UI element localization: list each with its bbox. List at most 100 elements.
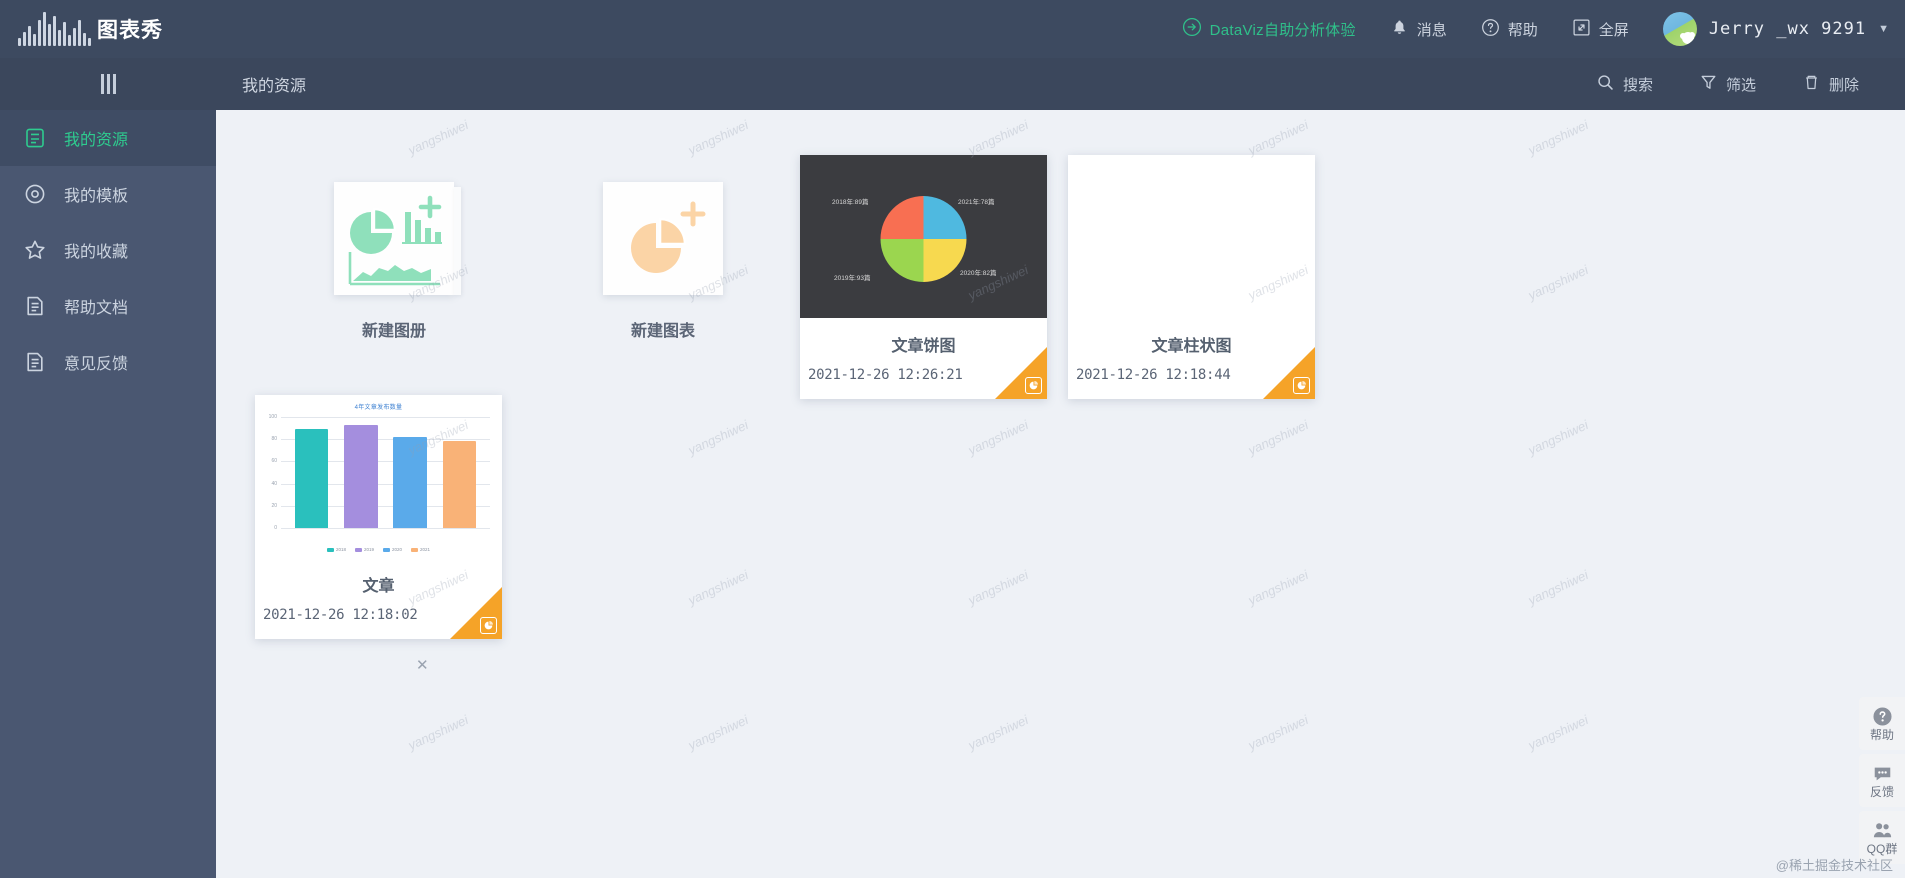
sidebar-item-label: 帮助文档	[64, 300, 129, 317]
dock-label: 反馈	[1869, 785, 1894, 799]
pie-label-2020: 2020年:82篇	[960, 270, 997, 277]
bar-chart-preview: 4年文章发布数量 100 80 60 40 20 0 2018 2019 202…	[255, 395, 502, 558]
blank-preview	[1068, 155, 1315, 318]
chart-type-badge-icon	[1293, 377, 1310, 394]
delete-label: 删除	[1828, 76, 1859, 94]
filter-button[interactable]: 筛选	[1699, 73, 1756, 96]
y-tick: 60	[271, 458, 277, 465]
bell-icon	[1390, 18, 1409, 41]
create-album-label: 新建图册	[361, 323, 426, 340]
watermark: yangshiwei	[965, 567, 1031, 608]
user-menu[interactable]: Jerry _wx 9291 ▼	[1662, 12, 1905, 46]
legend-label: 2021	[420, 547, 431, 552]
pie-label-2019: 2019年:93篇	[834, 275, 871, 282]
feedback-icon	[22, 349, 48, 375]
create-chart-label: 新建图表	[630, 323, 695, 340]
legend-entry: 2020	[383, 547, 402, 552]
watermark: yangshiwei	[1245, 117, 1311, 158]
watermark: yangshiwei	[1525, 567, 1591, 608]
dock-label: QQ群	[1866, 842, 1898, 856]
new-album-icon	[334, 182, 461, 295]
bar-chart-title: 4年文章发布数量	[354, 405, 403, 411]
bar	[393, 436, 427, 528]
legend-entry: 2019	[354, 547, 374, 552]
legend-entry: 2018	[326, 547, 346, 552]
new-chart-icon	[603, 182, 723, 295]
dataviz-link[interactable]: DataViz自助分析体验	[1182, 17, 1356, 41]
trash-icon	[1802, 73, 1821, 96]
resource-card-pie[interactable]: 2018年:89篇 2021年:78篇 2019年:93篇 2020年:82篇 …	[800, 155, 1047, 399]
sidebar: 我的资源 我的模板 我的收藏 帮助文档 意见反馈	[0, 110, 216, 878]
search-label: 搜索	[1622, 76, 1653, 94]
sidebar-item-help-docs[interactable]: 帮助文档	[0, 278, 216, 334]
sidebar-item-feedback[interactable]: 意见反馈	[0, 334, 216, 390]
page-title: 我的资源	[242, 78, 307, 95]
create-chart-card[interactable]: 新建图表	[583, 182, 743, 341]
document-icon	[22, 293, 48, 319]
watermark: yangshiwei	[965, 117, 1031, 158]
sidebar-item-my-favorites[interactable]: 我的收藏	[0, 222, 216, 278]
watermark: yangshiwei	[1525, 417, 1591, 458]
y-tick: 40	[271, 480, 277, 487]
create-album-card[interactable]: 新建图册	[314, 182, 474, 341]
search-button[interactable]: 搜索	[1596, 73, 1653, 96]
watermark: yangshiwei	[685, 712, 751, 753]
watermark: yangshiwei	[1245, 417, 1311, 458]
logo-bars-icon	[18, 12, 91, 46]
legend-label: 2020	[392, 547, 403, 552]
sidebar-item-label: 我的模板	[64, 188, 129, 205]
help-button[interactable]: 帮助	[1481, 18, 1538, 41]
dock-feedback-button[interactable]: 反馈	[1859, 754, 1905, 807]
sub-toolbar: 我的资源 搜索 筛选 删除	[0, 58, 1905, 110]
arrow-circle-icon	[1182, 17, 1202, 41]
watermark: yangshiwei	[1525, 712, 1591, 753]
toolbar-actions: 搜索 筛选 删除	[1596, 73, 1905, 96]
resource-content: 新建图册 新建图表 2018年:89篇 2021年:78篇 2019年:93篇 …	[216, 110, 1905, 878]
help-label: 帮助	[1507, 21, 1538, 39]
watermark: yangshiwei	[965, 417, 1031, 458]
fullscreen-label: 全屏	[1598, 21, 1629, 39]
watermark: yangshiwei	[685, 567, 751, 608]
bar-chart-legend: 2018 2019 2020 2021	[255, 547, 502, 552]
legend-entry: 2021	[411, 547, 430, 552]
dock-label: 帮助	[1869, 728, 1894, 742]
bar-chart-plot: 100 80 60 40 20 0	[269, 414, 490, 531]
bar-series	[281, 417, 490, 528]
y-tick: 100	[268, 414, 277, 420]
sidebar-item-my-resources[interactable]: 我的资源	[0, 110, 216, 166]
sidebar-toggle[interactable]	[0, 74, 216, 94]
watermark: yangshiwei	[1245, 712, 1311, 753]
helper-dock: 帮助 反馈 QQ群	[1859, 697, 1905, 868]
bar-chart: 4年文章发布数量 100 80 60 40 20 0 2018 2019 202…	[255, 395, 502, 558]
filter-icon	[1699, 73, 1718, 96]
bar	[294, 429, 329, 528]
y-tick: 20	[271, 502, 277, 509]
close-icon[interactable]: ✕	[416, 656, 429, 674]
question-icon	[1872, 706, 1893, 727]
pie-chart-preview: 2018年:89篇 2021年:78篇 2019年:93篇 2020年:82篇	[800, 155, 1047, 318]
logo-text: 图表秀	[97, 18, 163, 42]
user-name: Jerry _wx 9291	[1708, 19, 1867, 39]
resource-card-article[interactable]: 4年文章发布数量 100 80 60 40 20 0 2018 2019 202…	[255, 395, 502, 639]
fullscreen-button[interactable]: 全屏	[1572, 18, 1629, 41]
watermark: yangshiwei	[1245, 567, 1311, 608]
delete-button[interactable]: 删除	[1802, 73, 1859, 96]
dock-help-button[interactable]: 帮助	[1859, 697, 1905, 750]
pie-label-2018: 2018年:89篇	[832, 199, 869, 206]
site-watermark: @稀土掘金技术社区	[1775, 858, 1893, 873]
sidebar-item-my-templates[interactable]: 我的模板	[0, 166, 216, 222]
question-circle-icon	[1481, 18, 1500, 41]
watermark: yangshiwei	[405, 712, 471, 753]
people-icon	[1872, 820, 1893, 841]
card-grid: 新建图册 新建图表 2018年:89篇 2021年:78篇 2019年:93篇 …	[216, 110, 1905, 878]
sidebar-item-label: 意见反馈	[64, 356, 129, 373]
resource-card-bar-blank[interactable]: 文章柱状图 2021-12-26 12:18:44	[1068, 155, 1315, 399]
messages-button[interactable]: 消息	[1390, 18, 1447, 41]
sidebar-item-label: 我的收藏	[64, 244, 129, 261]
menu-icon	[100, 74, 116, 94]
app-logo[interactable]: 图表秀	[0, 0, 216, 58]
y-tick: 80	[271, 436, 277, 443]
resource-icon	[22, 125, 48, 151]
legend-label: 2019	[363, 547, 374, 552]
bar	[344, 424, 378, 528]
